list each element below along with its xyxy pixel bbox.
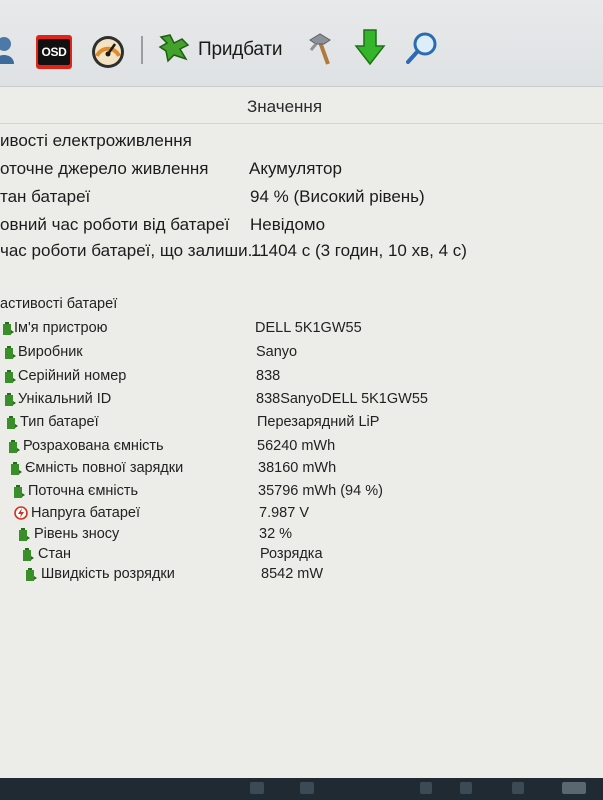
osd-icon[interactable]: OSD: [36, 35, 72, 69]
section-title: ивості електроживлення: [0, 131, 192, 150]
property-value: 56240 mWh: [257, 438, 336, 454]
property-name: Унікальний ID: [18, 391, 112, 407]
add-label: Придбати: [198, 39, 283, 60]
property-name: Поточна ємність: [28, 483, 139, 499]
osd-label: OSD: [38, 39, 70, 65]
property-name: Напруга батареї: [31, 505, 141, 521]
property-name: овний час роботи від батареї: [0, 215, 230, 234]
property-value: 38160 mWh: [258, 460, 337, 476]
property-value: 32 %: [259, 526, 293, 542]
property-value: 838: [256, 368, 281, 384]
property-name: Виробник: [18, 344, 83, 360]
battery-icon: [4, 393, 16, 407]
property-value: 11404 с (3 годин, 10 хв, 4 с): [251, 241, 467, 260]
property-name: Ім'я пристрою: [14, 320, 108, 336]
tray-icon[interactable]: [250, 782, 264, 794]
tray-icon[interactable]: [460, 782, 472, 794]
property-value: 838SanyoDELL 5K1GW55: [256, 391, 428, 407]
property-name: Стан: [38, 546, 72, 562]
property-name: тан батареї: [0, 187, 91, 206]
header-divider: [0, 123, 603, 124]
battery-icon: [18, 528, 30, 542]
battery-icon: [25, 568, 37, 582]
property-value: Розрядка: [260, 546, 323, 562]
tools-icon[interactable]: [302, 30, 338, 73]
value-column-header[interactable]: Значення: [247, 97, 322, 117]
battery-icon: [6, 416, 18, 430]
tray-icon[interactable]: [300, 782, 314, 794]
section-title: астивості батареї: [0, 296, 118, 312]
property-name: Швидкість розрядки: [41, 566, 175, 582]
battery-icon: [13, 485, 25, 499]
user-icon[interactable]: [0, 34, 16, 71]
tray-icon[interactable]: [512, 782, 524, 794]
property-name: Розрахована ємність: [23, 438, 164, 454]
voltage-icon: [14, 506, 28, 520]
property-name: Серійний номер: [18, 368, 127, 384]
search-icon[interactable]: [404, 30, 440, 71]
add-icon: [158, 31, 192, 70]
battery-icon: [4, 370, 16, 384]
property-value: 7.987 V: [259, 505, 309, 521]
property-value: Невідомо: [250, 215, 326, 234]
battery-icon: [10, 462, 22, 476]
tray-icon[interactable]: [420, 782, 432, 794]
download-arrow-icon[interactable]: [354, 28, 386, 73]
tray-icon[interactable]: [562, 782, 586, 794]
property-value: 35796 mWh (94 %): [258, 483, 383, 499]
toolbar: OSD Придбати: [0, 0, 603, 87]
property-value: 8542 mW: [261, 566, 324, 582]
property-value: 94 % (Високий рівень): [250, 187, 425, 206]
property-value: Акумулятор: [249, 159, 342, 178]
property-name: оточне джерело живлення: [0, 159, 209, 178]
property-name: час роботи батареї, що залиши...: [0, 241, 262, 260]
property-name: Рівень зносу: [34, 526, 120, 542]
battery-icon: [2, 322, 14, 336]
properties-panel: Значення ивості електроживлення оточне д…: [0, 87, 603, 778]
property-value: Перезарядний LiP: [257, 414, 380, 430]
battery-icon: [8, 440, 20, 454]
toolbar-separator: [141, 36, 143, 64]
taskbar: [0, 778, 603, 800]
property-value: Sanyo: [256, 344, 298, 360]
add-button[interactable]: Придбати: [158, 30, 282, 70]
property-name: Тип батареї: [20, 414, 99, 430]
property-name: Ємність повної зарядки: [25, 460, 184, 476]
gauge-icon[interactable]: [90, 34, 126, 75]
property-value: DELL 5K1GW55: [255, 320, 362, 336]
battery-icon: [22, 548, 34, 562]
battery-icon: [4, 346, 16, 360]
